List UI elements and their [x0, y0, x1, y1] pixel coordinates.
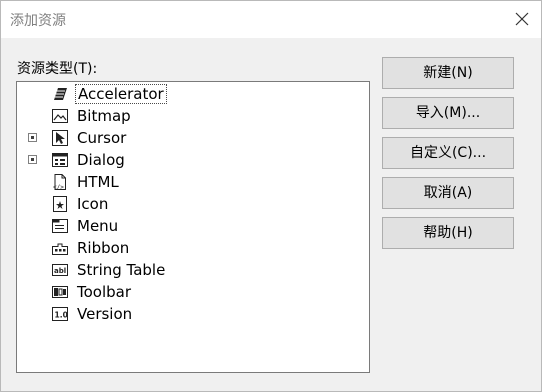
tree-item-label: Bitmap [77, 107, 131, 125]
svg-text:abl: abl [54, 267, 66, 275]
tree-item-menu[interactable]: Menu [17, 216, 357, 238]
cursor-icon [51, 129, 69, 147]
tree-item-string-table[interactable]: abl String Table [17, 260, 357, 282]
menu-icon [51, 217, 69, 235]
title-bar: 添加资源 [0, 0, 542, 38]
window-title: 添加资源 [10, 13, 66, 29]
expand-toggle[interactable] [28, 133, 37, 142]
tree-item-label: Dialog [77, 151, 125, 169]
tree-item-html[interactable]: </> HTML [17, 172, 357, 194]
tree-item-dialog[interactable]: Dialog [17, 150, 357, 172]
resource-type-tree[interactable]: Accelerator Bitmap Cursor Dialog </> HTM… [16, 81, 370, 373]
tree-item-icon[interactable]: Icon [17, 194, 357, 216]
tree-item-label: Cursor [77, 129, 127, 147]
svg-text:</>: </> [53, 184, 64, 191]
custom-button[interactable]: 自定义(C)... [382, 137, 514, 169]
tree-item-toolbar[interactable]: Toolbar [17, 282, 357, 304]
cancel-button[interactable]: 取消(A) [382, 177, 514, 209]
bitmap-icon [51, 107, 69, 125]
accelerator-icon [51, 85, 69, 103]
resource-types-label: 资源类型(T): [17, 61, 98, 77]
ribbon-icon [51, 239, 69, 257]
tree-item-ribbon[interactable]: Ribbon [17, 238, 357, 260]
tree-item-label: Accelerator [75, 84, 167, 104]
help-button[interactable]: 帮助(H) [382, 217, 514, 249]
tree-item-cursor[interactable]: Cursor [17, 128, 357, 150]
tree-item-accelerator[interactable]: Accelerator [17, 84, 357, 106]
tree-item-bitmap[interactable]: Bitmap [17, 106, 357, 128]
expand-toggle[interactable] [28, 155, 37, 164]
html-icon: </> [51, 173, 69, 191]
svg-text:1.0: 1.0 [55, 311, 68, 320]
tree-item-label: HTML [77, 173, 119, 191]
tree-item-label: String Table [77, 261, 166, 279]
tree-item-label: Menu [77, 217, 119, 235]
tree-item-label: Toolbar [77, 283, 132, 301]
close-button[interactable] [512, 9, 532, 29]
string-table-icon: abl [51, 261, 69, 279]
toolbar-icon [51, 283, 69, 301]
tree-item-label: Ribbon [77, 239, 130, 257]
new-button[interactable]: 新建(N) [382, 57, 514, 89]
tree-item-version[interactable]: 1.0 Version [17, 304, 357, 326]
close-icon [515, 12, 529, 26]
tree-item-label: Version [77, 305, 133, 323]
dialog-icon [51, 151, 69, 169]
version-icon: 1.0 [51, 305, 69, 323]
tree-item-label: Icon [77, 195, 109, 213]
icon-resource-icon [51, 195, 69, 213]
import-button[interactable]: 导入(M)... [382, 97, 514, 129]
